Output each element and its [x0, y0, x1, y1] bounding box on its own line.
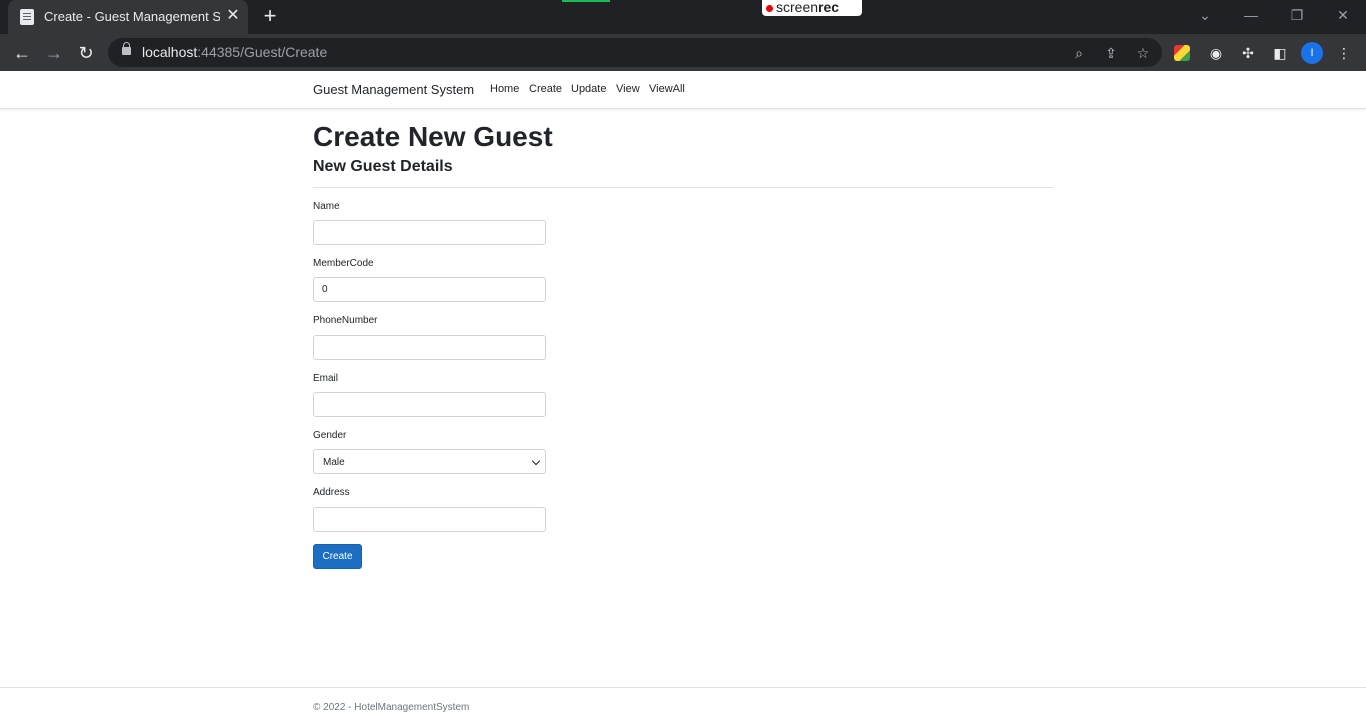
- email-label: Email: [313, 373, 339, 384]
- new-tab-button[interactable]: +: [258, 5, 282, 29]
- share-icon[interactable]: ⇪: [1102, 44, 1120, 62]
- url-path: :44385/Guest/Create: [197, 44, 328, 60]
- screenrec-badge: screenrec: [762, 0, 862, 16]
- nav-link-update[interactable]: Update: [571, 83, 606, 95]
- web-page: Guest Management System Home Create Upda…: [0, 71, 1366, 725]
- page-title: Create New Guest: [313, 121, 553, 152]
- screenrec-suffix: rec: [818, 0, 840, 15]
- tab-search-icon[interactable]: ⌄: [1193, 5, 1217, 25]
- extension-circle-icon[interactable]: ◉: [1206, 43, 1226, 63]
- menu-kebab-icon[interactable]: ⋮: [1334, 43, 1354, 63]
- gender-select[interactable]: Male: [313, 449, 546, 474]
- browser-tab-active[interactable]: Create - Guest Management Syst ✕: [8, 0, 248, 34]
- nav-link-home[interactable]: Home: [490, 83, 519, 95]
- back-arrow-icon[interactable]: ←: [9, 40, 35, 66]
- site-brand[interactable]: Guest Management System: [313, 82, 474, 97]
- address-input[interactable]: [313, 507, 546, 532]
- reload-icon[interactable]: ↻: [73, 40, 99, 66]
- nav-link-create[interactable]: Create: [529, 83, 562, 95]
- address-bar[interactable]: localhost:44385/Guest/Create ⌕ ⇪ ☆: [108, 38, 1162, 67]
- recording-indicator-strip: [562, 0, 610, 2]
- profile-avatar[interactable]: I: [1301, 42, 1323, 64]
- extensions-puzzle-icon[interactable]: ✣: [1238, 43, 1258, 63]
- forward-arrow-icon[interactable]: →: [41, 40, 67, 66]
- browser-titlebar: Create - Guest Management Syst ✕ + scree…: [0, 0, 1366, 34]
- member-code-input[interactable]: [313, 277, 546, 302]
- footer-copyright: © 2022 - HotelManagementSystem: [313, 702, 470, 713]
- url-host: localhost: [142, 44, 198, 60]
- side-panel-icon[interactable]: ◧: [1270, 43, 1290, 63]
- name-input[interactable]: [313, 220, 546, 245]
- chevron-down-icon: [531, 456, 541, 466]
- bookmark-star-icon[interactable]: ☆: [1134, 44, 1152, 62]
- gender-label: Gender: [313, 430, 347, 441]
- lock-icon[interactable]: [122, 42, 131, 55]
- phone-number-label: PhoneNumber: [313, 315, 378, 326]
- tab-title: Create - Guest Management Syst: [44, 9, 220, 24]
- email-input[interactable]: [313, 392, 546, 417]
- name-label: Name: [313, 201, 340, 212]
- close-window-icon[interactable]: ✕: [1331, 5, 1355, 25]
- restore-icon[interactable]: ❐: [1285, 5, 1309, 25]
- minimize-icon[interactable]: —: [1239, 5, 1263, 25]
- page-icon: [20, 9, 34, 25]
- member-code-label: MemberCode: [313, 258, 374, 269]
- url-text[interactable]: localhost:44385/Guest/Create: [142, 44, 327, 60]
- browser-toolbar: ← → ↻ localhost:44385/Guest/Create ⌕ ⇪ ☆…: [0, 34, 1366, 71]
- close-tab-icon[interactable]: ✕: [224, 7, 242, 25]
- site-navbar: Guest Management System Home Create Upda…: [0, 71, 1366, 109]
- phone-number-input[interactable]: [313, 335, 546, 360]
- create-button[interactable]: Create: [313, 544, 362, 569]
- nav-link-viewall[interactable]: ViewAll: [649, 83, 685, 95]
- screenrec-prefix: screen: [776, 0, 819, 15]
- extension-color-icon[interactable]: [1174, 45, 1190, 61]
- address-label: Address: [313, 487, 350, 498]
- gender-selected-value: Male: [323, 457, 345, 468]
- divider: [313, 187, 1053, 188]
- site-footer: © 2022 - HotelManagementSystem: [0, 687, 1366, 725]
- zoom-icon[interactable]: ⌕: [1070, 44, 1088, 62]
- page-subtitle: New Guest Details: [313, 158, 453, 175]
- nav-link-view[interactable]: View: [616, 83, 640, 95]
